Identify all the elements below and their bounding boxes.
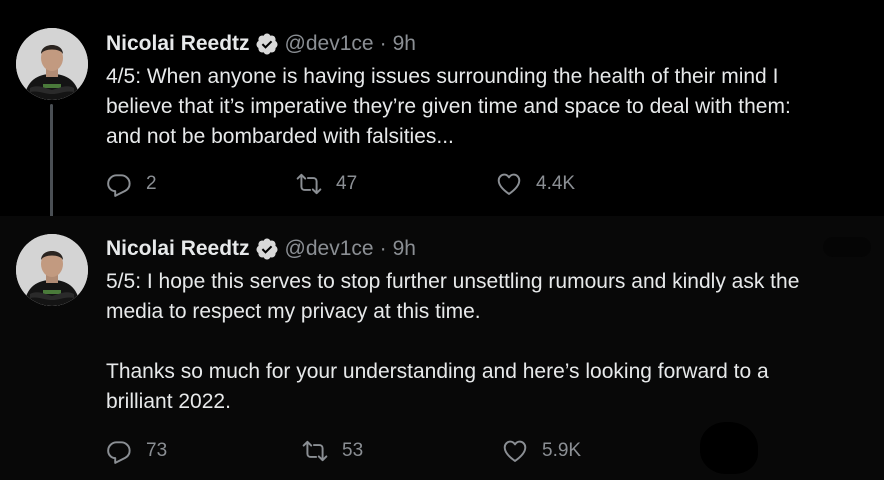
like-count: 5.9K: [542, 440, 582, 461]
redaction-mark: [700, 422, 758, 474]
tweet-text: 5/5: I hope this serves to stop further …: [106, 270, 800, 413]
separator-dot: ·: [379, 237, 387, 260]
retweet-arrows-icon: [302, 438, 328, 464]
tweet-text: 4/5: When anyone is having issues surrou…: [106, 65, 791, 148]
author-name[interactable]: Nicolai Reedtz: [106, 32, 250, 56]
separator-dot: ·: [379, 32, 387, 55]
author-handle[interactable]: @dev1ce: [285, 237, 374, 261]
tweet-1[interactable]: Nicolai Reedtz @dev1ce · 9h 4/5: When an…: [0, 0, 884, 228]
retweet-count: 53: [342, 440, 364, 461]
retweet-button[interactable]: 47: [296, 170, 357, 198]
tweet-header: Nicolai Reedtz @dev1ce · 9h: [106, 236, 416, 262]
speech-bubble-icon: [106, 438, 132, 464]
retweet-arrows-icon: [296, 171, 322, 197]
author-name[interactable]: Nicolai Reedtz: [106, 237, 250, 261]
tweet-actions: 2 47 4.4K: [106, 170, 666, 198]
timestamp[interactable]: 9h: [393, 32, 416, 56]
avatar[interactable]: [16, 234, 88, 306]
reply-button[interactable]: 73: [106, 437, 167, 465]
reply-button[interactable]: 2: [106, 170, 157, 198]
retweet-button[interactable]: 53: [302, 437, 363, 465]
heart-outline-icon: [496, 171, 522, 197]
avatar[interactable]: [16, 28, 88, 100]
like-button[interactable]: 4.4K: [496, 170, 575, 198]
heart-outline-icon: [502, 438, 528, 464]
verified-badge-icon: [255, 32, 279, 56]
tweet-actions: 73 53 5.9K: [106, 437, 666, 465]
thread-line: [50, 104, 53, 228]
author-handle[interactable]: @dev1ce: [285, 32, 374, 56]
like-count: 4.4K: [536, 173, 576, 194]
timestamp[interactable]: 9h: [393, 237, 416, 261]
like-button[interactable]: 5.9K: [502, 437, 581, 465]
reply-count: 73: [146, 440, 168, 461]
speech-bubble-icon: [106, 171, 132, 197]
tweet-header: Nicolai Reedtz @dev1ce · 9h: [106, 31, 416, 57]
redaction-mark: [823, 237, 871, 257]
reply-count: 2: [146, 173, 157, 194]
retweet-count: 47: [336, 173, 358, 194]
verified-badge-icon: [255, 237, 279, 261]
